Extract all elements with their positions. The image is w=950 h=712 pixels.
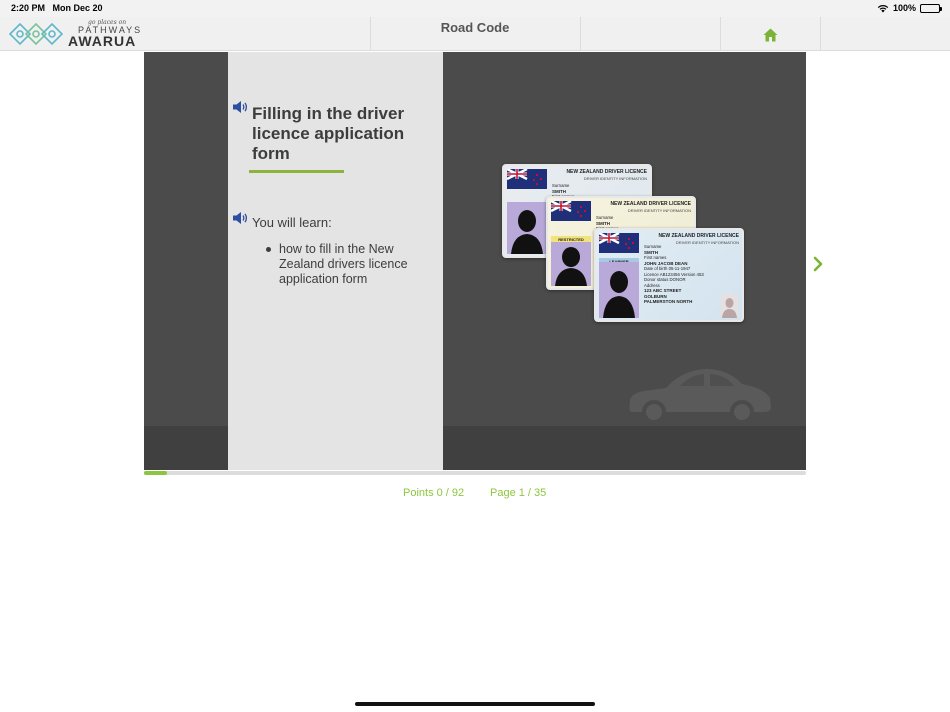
clock-text: 2:20 PM xyxy=(11,3,46,13)
logo-diamonds-icon xyxy=(8,22,64,46)
slide-title: Filling in the driver licence applicatio… xyxy=(252,104,405,163)
licence-cards-illustration: NEW ZEALAND DRIVER LICENCE DRIVER IDENTI… xyxy=(502,164,752,334)
car-icon xyxy=(629,369,771,424)
card-header: NEW ZEALAND DRIVER LICENCE xyxy=(658,233,739,239)
page-title: Road Code xyxy=(440,20,510,35)
status-indicators: 100% xyxy=(877,3,942,13)
card-field: 123 ABC STREET xyxy=(644,288,682,293)
speaker-icon[interactable] xyxy=(232,100,249,114)
licence-card: NEW ZEALAND DRIVER LICENCE DRIVER IDENTI… xyxy=(594,228,744,322)
lesson-slide: Filling in the driver licence applicatio… xyxy=(144,52,806,470)
speaker-icon[interactable] xyxy=(232,211,249,225)
wifi-icon xyxy=(877,4,889,12)
nav-divider xyxy=(820,17,821,51)
title-underline xyxy=(249,170,344,173)
list-item: how to fill in the New Zealand drivers l… xyxy=(266,242,431,287)
nz-flag-icon xyxy=(551,201,591,221)
progress-bar xyxy=(144,471,806,475)
pathways-awarua-logo[interactable]: go places on PATHWAYS AWARUA xyxy=(8,17,140,51)
learn-list: how to fill in the New Zealand drivers l… xyxy=(266,242,431,287)
card-header: NEW ZEALAND DRIVER LICENCE xyxy=(610,201,691,207)
person-silhouette-icon xyxy=(555,247,587,286)
nz-flag-icon xyxy=(507,169,547,189)
status-bar: 2:20 PM Mon Dec 20 100% xyxy=(0,0,950,17)
nav-divider xyxy=(580,17,581,51)
card-field: SMITH xyxy=(552,188,566,194)
card-field: PALMERSTON NORTH xyxy=(644,299,693,304)
person-silhouette-icon xyxy=(722,298,737,318)
photo-silhouette xyxy=(599,262,639,318)
logo-awarua: AWARUA xyxy=(68,33,137,49)
card-header: NEW ZEALAND DRIVER LICENCE xyxy=(566,169,647,175)
card-subheader: DRIVER IDENTITY INFORMATION xyxy=(627,208,691,213)
photo-silhouette xyxy=(507,202,547,254)
card-field: JOHN JACOB DEAN xyxy=(644,260,688,266)
status-time: 2:20 PM Mon Dec 20 xyxy=(11,3,103,13)
card-field: SMITH xyxy=(596,220,610,226)
person-silhouette-icon xyxy=(511,210,543,254)
battery-icon xyxy=(920,3,942,13)
date-text: Mon Dec 20 xyxy=(52,3,103,13)
card-field: SMITH xyxy=(644,249,658,255)
mini-photo xyxy=(721,294,738,318)
app-header: go places on PATHWAYS AWARUA Road Code xyxy=(0,17,950,51)
card-subheader: DRIVER IDENTITY INFORMATION xyxy=(583,176,647,181)
person-silhouette-icon xyxy=(603,271,635,318)
nz-flag-icon xyxy=(599,233,639,253)
learn-heading: You will learn: xyxy=(252,215,332,230)
home-button[interactable] xyxy=(720,17,820,51)
points-counter: Points 0 / 92 xyxy=(403,487,465,499)
home-indicator[interactable] xyxy=(355,702,595,706)
battery-percent: 100% xyxy=(892,3,916,13)
page-counter: Page 1 / 35 xyxy=(490,487,547,499)
photo-silhouette xyxy=(551,242,591,286)
progress-fill xyxy=(144,471,167,475)
card-fields: Surname SMITH First names JOHN JACOB DEA… xyxy=(644,244,704,305)
next-page-button[interactable] xyxy=(810,255,826,273)
card-field: GOLBURN xyxy=(644,293,667,299)
chevron-right-icon xyxy=(813,256,823,272)
home-icon xyxy=(763,28,777,42)
slide-text-panel: Filling in the driver licence applicatio… xyxy=(228,52,443,470)
